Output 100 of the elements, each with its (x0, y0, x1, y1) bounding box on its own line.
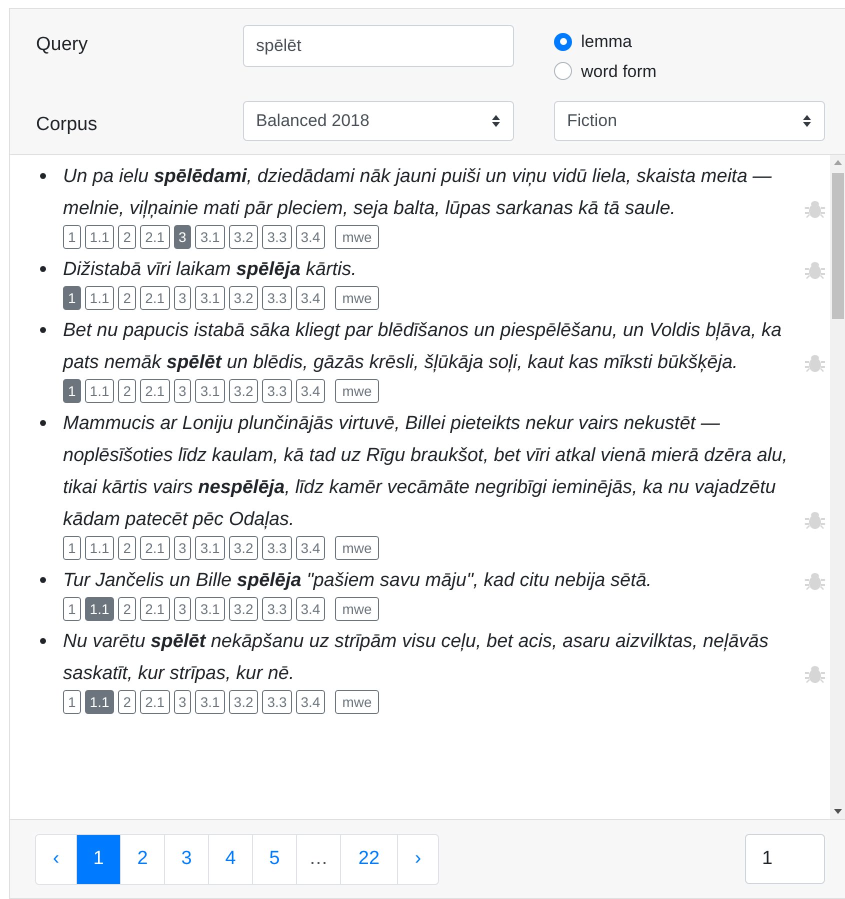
sense-tag[interactable]: 3 (174, 690, 192, 714)
sense-tag[interactable]: 3.4 (296, 597, 326, 621)
sense-tag[interactable]: 3.4 (296, 286, 326, 310)
sense-tag[interactable]: 1.1 (84, 536, 114, 560)
sense-tag[interactable]: 1 (63, 286, 81, 310)
bug-report-icon[interactable] (804, 664, 826, 684)
scrollbar[interactable] (830, 155, 845, 819)
sense-tag[interactable]: 2 (118, 225, 136, 249)
sense-tag[interactable]: 2.1 (140, 536, 170, 560)
bullet (40, 420, 46, 426)
page-link[interactable]: 2 (120, 834, 165, 884)
sense-tag[interactable]: 3.1 (195, 286, 225, 310)
sense-tag[interactable]: mwe (335, 225, 379, 249)
example-sentence: Bet nu papucis istabā sāka kliegt par blēdīšanos un piespēlēšanu, un Voldis bļāva, ka pats nemāk spēlēt un blēdis, gāzās krēsli, šļūkāja soļi, kaut kas mīksti būkšķēja. (63, 319, 783, 375)
sense-tag[interactable]: mwe (335, 379, 379, 403)
radio-label[interactable]: word form (581, 58, 657, 84)
sense-tag[interactable]: 3.1 (195, 379, 225, 403)
sense-tag[interactable]: 1 (63, 597, 81, 621)
sense-tag[interactable]: 2.1 (140, 690, 170, 714)
sense-tag[interactable]: 1.1 (84, 597, 114, 621)
sense-tag[interactable]: mwe (335, 536, 379, 560)
sense-tag[interactable]: 1.1 (84, 690, 114, 714)
sense-tag[interactable]: 3.3 (262, 536, 292, 560)
sense-tag[interactable]: 2.1 (140, 379, 170, 403)
sense-tag[interactable]: 3 (174, 379, 192, 403)
page-link[interactable]: 1 (76, 834, 121, 884)
scroll-down-icon (834, 809, 842, 815)
radio-button[interactable] (554, 32, 572, 51)
sort-caret-icon (491, 114, 501, 128)
corpus-label: Corpus (36, 113, 98, 137)
example-sentence: Mammucis ar Loniju plunčinājās virtuvē, Billei pieteikts nekur vairs nekustēt — noplēsīšoties līdz kaulam, kā tad uz Rīgu braukšot, bet vīri atkal vienā mierā dzēra alu, tikai kārtis vairs nespēlēja, līdz kamēr vecāmāte negribīgi ieminējās, ka nu vajadzētu kādam patecēt pēc Odaļas. (63, 412, 788, 532)
sense-tag[interactable]: 3.2 (228, 690, 258, 714)
sense-tag[interactable]: 1.1 (84, 286, 114, 310)
sort-caret-icon (802, 114, 812, 128)
sense-tag[interactable]: 3.1 (195, 225, 225, 249)
page-link[interactable]: 4 (208, 834, 253, 884)
sense-tag[interactable]: 3.3 (262, 597, 292, 621)
sense-tag[interactable]: 2 (118, 690, 136, 714)
sense-tag[interactable]: 3.1 (195, 597, 225, 621)
sense-tag[interactable]: 2.1 (140, 286, 170, 310)
sense-tag[interactable]: 2.1 (140, 225, 170, 249)
sense-tag[interactable]: 3.2 (228, 597, 258, 621)
sense-tag[interactable]: 2 (118, 379, 136, 403)
query-label: Query (36, 33, 89, 57)
sense-tag[interactable]: 3.1 (195, 690, 225, 714)
sense-tag[interactable]: mwe (335, 286, 379, 310)
sense-tag[interactable]: 3.4 (296, 225, 326, 249)
sense-tag[interactable]: 3.3 (262, 225, 292, 249)
sense-tag[interactable]: 1.1 (84, 379, 114, 403)
sense-tag[interactable]: 3.4 (296, 536, 326, 560)
bug-report-icon[interactable] (804, 510, 826, 530)
page-number-field[interactable]: 1 (745, 834, 825, 884)
sense-tag[interactable]: 2 (118, 536, 136, 560)
bug-report-icon[interactable] (804, 571, 826, 591)
sense-tag[interactable]: 3.2 (228, 286, 258, 310)
sense-tag[interactable]: 3 (174, 286, 192, 310)
query-field[interactable]: spēlēt (243, 25, 514, 67)
bug-report-icon[interactable] (804, 199, 826, 219)
bug-report-icon[interactable] (804, 260, 826, 280)
sense-tag[interactable]: 1 (63, 379, 81, 403)
scroll-up-icon (834, 159, 842, 165)
sense-tag[interactable]: mwe (335, 690, 379, 714)
sense-tag[interactable]: 3 (174, 597, 192, 621)
radio-label[interactable]: lemma (581, 29, 632, 54)
example-sentence: Un pa ielu spēlēdami, dziedādami nāk jauni puiši un viņu vidū liela, skaista meita — melnie, viļņainie mati pār pleciem, seja balta, lūpas sarkanas kā tā saule. (63, 165, 773, 221)
sense-tag[interactable]: 3.4 (296, 379, 326, 403)
sense-tag[interactable]: 3.2 (228, 225, 258, 249)
sense-tag[interactable]: 3.2 (228, 379, 258, 403)
page-link[interactable]: 3 (164, 834, 209, 884)
sense-tag[interactable]: 1 (63, 690, 81, 714)
sense-tag[interactable]: 3 (174, 225, 192, 249)
sense-tag[interactable]: 3.3 (262, 379, 292, 403)
genre-select[interactable]: Fiction (554, 101, 825, 141)
sense-tag[interactable]: 2 (118, 286, 136, 310)
page-link[interactable]: 22 (340, 834, 398, 884)
scrollbar-thumb[interactable] (832, 173, 844, 319)
sense-tag[interactable]: 1.1 (84, 225, 114, 249)
sense-tag[interactable]: 3.4 (296, 690, 326, 714)
example-sentence: Dižistabā vīri laikam spēlēja kārtis. (63, 258, 358, 282)
corpus-select[interactable]: Balanced 2018 (243, 101, 514, 141)
sense-tag[interactable]: 3.3 (262, 286, 292, 310)
page-link[interactable]: 5 (252, 834, 297, 884)
sense-tag[interactable]: 1 (63, 536, 81, 560)
sense-tag[interactable]: 2 (118, 597, 136, 621)
sense-tag[interactable]: 3.2 (228, 536, 258, 560)
bullet (40, 327, 46, 333)
sense-tag[interactable]: 2.1 (140, 597, 170, 621)
sense-tag[interactable]: 3 (174, 536, 192, 560)
bug-report-icon[interactable] (804, 353, 826, 373)
bullet (40, 173, 46, 179)
example-sentence: Nu varētu spēlēt nekāpšanu uz strīpām visu ceļu, bet acis, asaru aizvilktas, neļāvās saskatīt, kur strīpas, kur nē. (63, 630, 770, 686)
sense-tag[interactable]: 3.3 (262, 690, 292, 714)
radio-button[interactable] (554, 62, 572, 80)
bullet (40, 638, 46, 644)
bullet (40, 577, 46, 583)
pagination-ellipsis[interactable]: … (296, 834, 341, 884)
sense-tag[interactable]: 1 (63, 225, 81, 249)
sense-tag[interactable]: 3.1 (195, 536, 225, 560)
sense-tag[interactable]: mwe (335, 597, 379, 621)
example-sentence: Tur Jančelis un Bille spēlēja "pašiem savu māju", kad citu nebija sētā. (63, 569, 653, 593)
